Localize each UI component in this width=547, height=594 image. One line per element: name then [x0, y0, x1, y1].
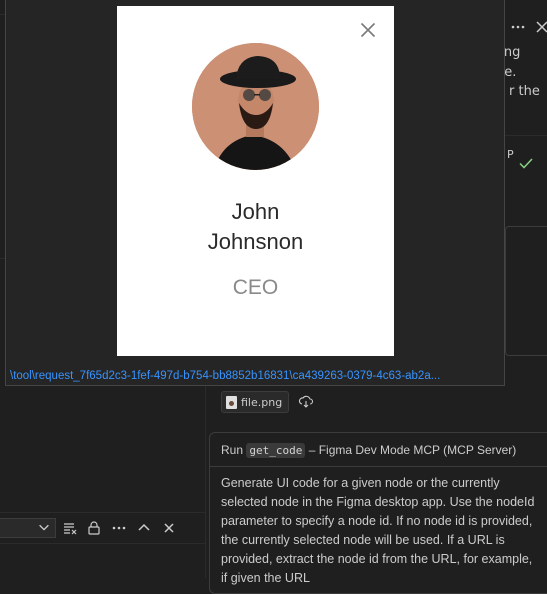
tool-call-card: Run get_code – Figma Dev Mode MCP (MCP S…	[209, 432, 547, 594]
person-role: CEO	[232, 276, 279, 299]
clear-output-icon[interactable]	[62, 520, 78, 536]
lock-icon[interactable]	[86, 520, 102, 536]
attachment-name: file.png	[241, 395, 283, 409]
file-icon	[226, 395, 237, 409]
chat-text-fragment: r the	[509, 84, 540, 99]
image-path-link[interactable]: \tool\request_7f65d2c3-1fef-497d-b754-bb…	[10, 370, 500, 382]
close-icon	[360, 22, 376, 38]
tool-card-divider	[210, 466, 547, 467]
more-icon[interactable]	[111, 520, 127, 536]
image-preview-hover: John Johnsnon CEO \tool\request_7f65d2c3-…	[5, 0, 505, 386]
check-icon	[518, 155, 534, 171]
tool-call-header[interactable]: Run get_code – Figma Dev Mode MCP (MCP S…	[221, 443, 517, 458]
person-name: John Johnsnon	[117, 197, 394, 257]
output-channel-select[interactable]	[0, 518, 56, 538]
close-icon[interactable]	[161, 520, 177, 536]
close-icon[interactable]	[534, 19, 547, 35]
tool-description: Generate UI code for a given node or the…	[221, 476, 535, 585]
tool-run-label: Run	[221, 443, 244, 457]
person-name-line: John	[231, 199, 280, 224]
card-fragment	[505, 226, 547, 356]
preview-image: John Johnsnon CEO	[117, 6, 394, 356]
avatar	[192, 43, 319, 170]
attachment-chip[interactable]: file.png	[221, 391, 290, 413]
chevron-down-icon	[37, 520, 51, 534]
tool-source: – Figma Dev Mode MCP (MCP Server)	[308, 443, 517, 457]
output-panel-toolbar	[0, 512, 205, 544]
person-name-line: Johnsnon	[207, 229, 304, 254]
more-icon[interactable]	[510, 19, 526, 35]
chevron-up-icon[interactable]	[136, 520, 152, 536]
download-icon[interactable]	[298, 395, 314, 409]
tool-name: get_code	[246, 443, 306, 458]
